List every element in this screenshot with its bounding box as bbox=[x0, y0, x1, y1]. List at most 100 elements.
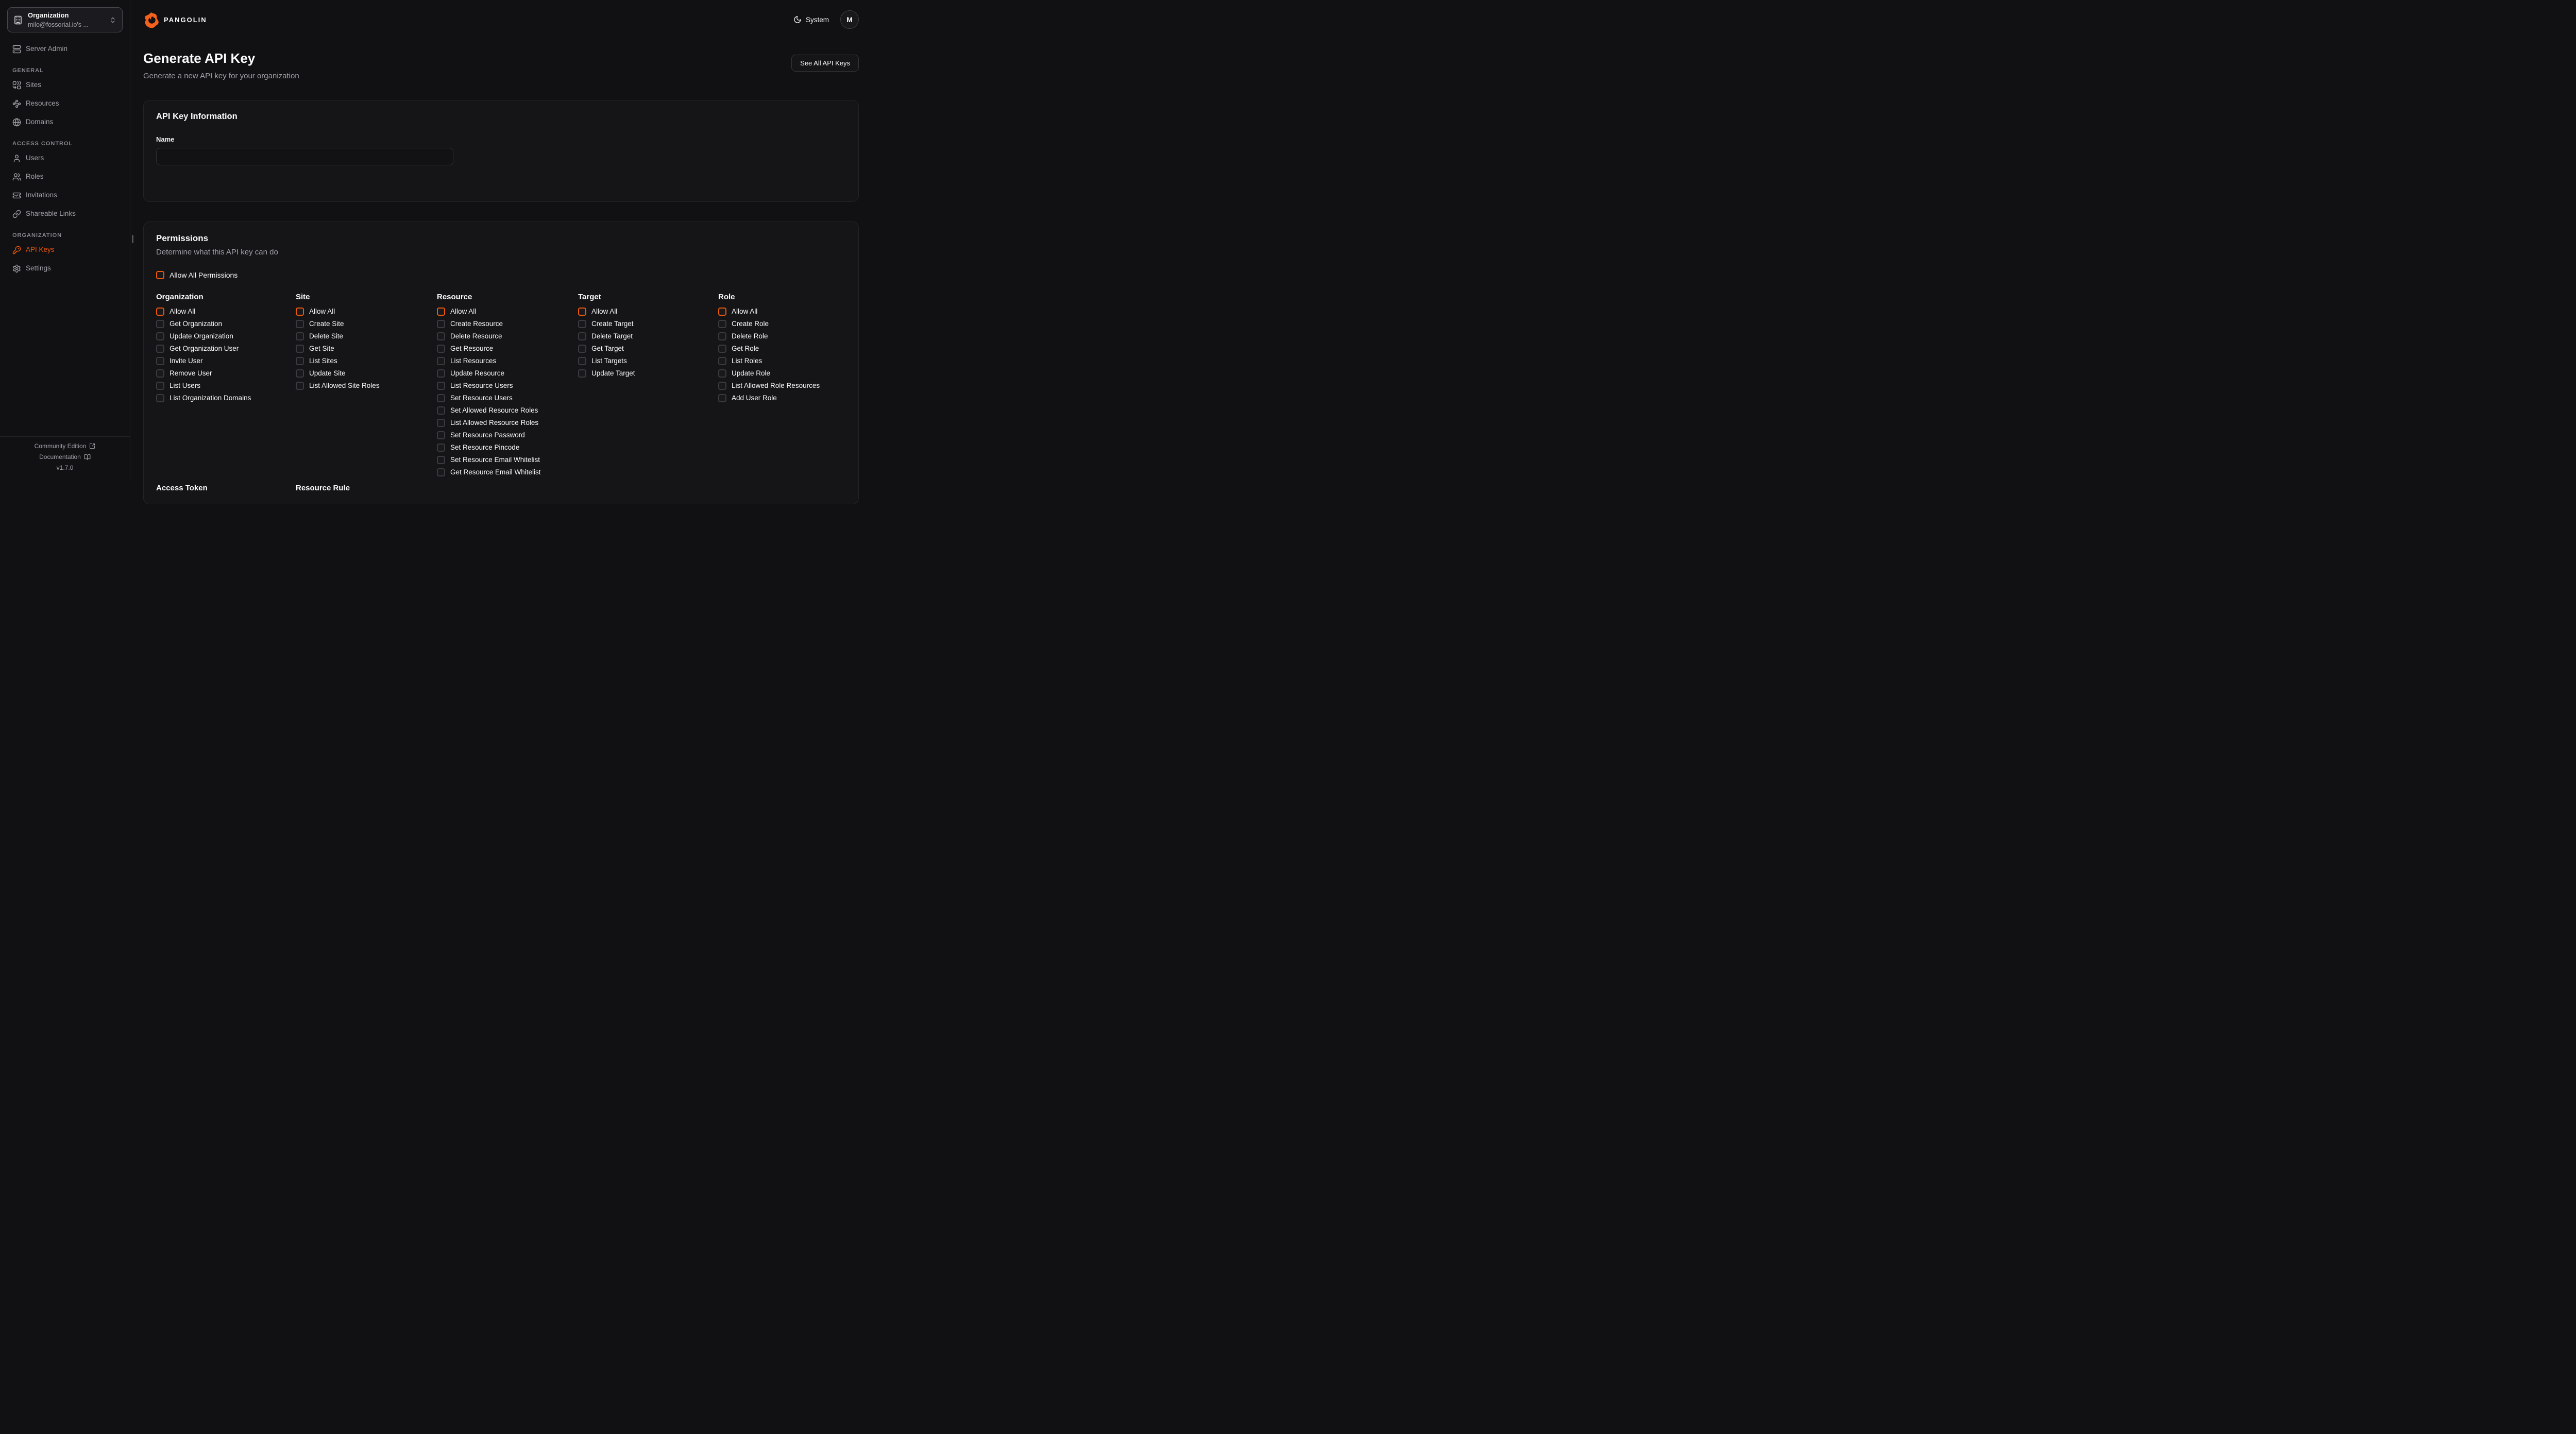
permission-checkbox[interactable] bbox=[578, 332, 586, 340]
permission-checkbox[interactable] bbox=[578, 320, 586, 328]
permission-checkbox[interactable] bbox=[578, 369, 586, 378]
permission-checkbox[interactable] bbox=[437, 394, 445, 402]
permission-checkbox-row[interactable]: List Allowed Site Roles bbox=[296, 382, 437, 390]
permission-checkbox-row[interactable]: Get Target bbox=[578, 345, 718, 353]
permission-checkbox-row[interactable]: Set Allowed Resource Roles bbox=[437, 406, 578, 415]
permission-checkbox[interactable] bbox=[156, 345, 164, 353]
permission-checkbox-row[interactable]: Set Resource Pincode bbox=[437, 443, 578, 452]
sidebar-item-roles[interactable]: Roles bbox=[7, 169, 123, 184]
permission-checkbox-row[interactable]: Allow All bbox=[578, 308, 718, 316]
permission-checkbox[interactable] bbox=[296, 382, 304, 390]
permission-checkbox-row[interactable]: Update Organization bbox=[156, 332, 296, 340]
allow-all-permissions-row[interactable]: Allow All Permissions bbox=[156, 271, 846, 279]
permission-checkbox-row[interactable]: Get Organization bbox=[156, 320, 296, 328]
permission-checkbox[interactable] bbox=[718, 357, 726, 365]
permission-checkbox-row[interactable]: Update Role bbox=[718, 369, 846, 378]
sidebar-item-shareable-links[interactable]: Shareable Links bbox=[7, 207, 123, 221]
permission-checkbox[interactable] bbox=[156, 332, 164, 340]
permission-checkbox[interactable] bbox=[437, 456, 445, 464]
sidebar-item-sites[interactable]: Sites bbox=[7, 78, 123, 92]
sidebar-item-users[interactable]: Users bbox=[7, 151, 123, 165]
permission-checkbox[interactable] bbox=[718, 382, 726, 390]
permission-checkbox-row[interactable]: Allow All bbox=[718, 308, 846, 316]
permission-checkbox-row[interactable]: Create Site bbox=[296, 320, 437, 328]
permission-checkbox[interactable] bbox=[437, 345, 445, 353]
permission-checkbox[interactable] bbox=[718, 320, 726, 328]
permission-checkbox[interactable] bbox=[437, 443, 445, 452]
permission-checkbox[interactable] bbox=[296, 357, 304, 365]
permission-checkbox-row[interactable]: Create Resource bbox=[437, 320, 578, 328]
permission-checkbox-row[interactable]: Create Target bbox=[578, 320, 718, 328]
permission-checkbox[interactable] bbox=[718, 394, 726, 402]
permission-checkbox-row[interactable]: Allow All bbox=[437, 308, 578, 316]
sidebar-item-api-keys[interactable]: API Keys bbox=[7, 243, 123, 257]
permission-checkbox-row[interactable]: Invite User bbox=[156, 357, 296, 365]
permission-checkbox-row[interactable]: Set Resource Users bbox=[437, 394, 578, 402]
permission-checkbox-row[interactable]: List Targets bbox=[578, 357, 718, 365]
see-all-api-keys-button[interactable]: See All API Keys bbox=[791, 55, 859, 72]
permission-checkbox[interactable] bbox=[437, 431, 445, 439]
permission-checkbox-row[interactable]: Allow All bbox=[156, 308, 296, 316]
permission-checkbox-row[interactable]: Get Resource Email Whitelist bbox=[437, 468, 578, 476]
permission-checkbox-row[interactable]: List Resource Users bbox=[437, 382, 578, 390]
permission-checkbox-row[interactable]: List Allowed Resource Roles bbox=[437, 419, 578, 427]
permission-checkbox-row[interactable]: Update Site bbox=[296, 369, 437, 378]
avatar[interactable]: M bbox=[840, 10, 859, 29]
permission-checkbox[interactable] bbox=[437, 332, 445, 340]
community-edition-link[interactable]: Community Edition bbox=[35, 442, 96, 450]
permission-checkbox-row[interactable]: Update Resource bbox=[437, 369, 578, 378]
permission-checkbox[interactable] bbox=[296, 369, 304, 378]
permission-checkbox-row[interactable]: Add User Role bbox=[718, 394, 846, 402]
permission-checkbox[interactable] bbox=[437, 369, 445, 378]
permission-checkbox-row[interactable]: Delete Target bbox=[578, 332, 718, 340]
permission-checkbox[interactable] bbox=[578, 345, 586, 353]
allow-all-permissions-checkbox[interactable] bbox=[156, 271, 164, 279]
permission-checkbox[interactable] bbox=[156, 369, 164, 378]
permission-checkbox-row[interactable]: Update Target bbox=[578, 369, 718, 378]
permission-checkbox-row[interactable]: Set Resource Password bbox=[437, 431, 578, 439]
theme-toggle[interactable]: System bbox=[793, 15, 829, 24]
permission-checkbox[interactable] bbox=[296, 320, 304, 328]
permission-checkbox[interactable] bbox=[578, 308, 586, 316]
permission-checkbox[interactable] bbox=[437, 357, 445, 365]
permission-checkbox-row[interactable]: Delete Resource bbox=[437, 332, 578, 340]
permission-checkbox-row[interactable]: Remove User bbox=[156, 369, 296, 378]
sidebar-item-settings[interactable]: Settings bbox=[7, 261, 123, 276]
permission-checkbox[interactable] bbox=[156, 308, 164, 316]
permission-checkbox[interactable] bbox=[437, 382, 445, 390]
permission-checkbox-row[interactable]: Create Role bbox=[718, 320, 846, 328]
name-input[interactable] bbox=[156, 148, 453, 165]
permission-checkbox[interactable] bbox=[718, 369, 726, 378]
permission-checkbox-row[interactable]: List Users bbox=[156, 382, 296, 390]
sidebar-item-invitations[interactable]: Invitations bbox=[7, 188, 123, 202]
org-switcher[interactable]: Organization milo@fossorial.io's ... bbox=[7, 7, 123, 32]
permission-checkbox[interactable] bbox=[437, 320, 445, 328]
permission-checkbox-row[interactable]: Set Resource Email Whitelist bbox=[437, 456, 578, 464]
permission-checkbox[interactable] bbox=[718, 345, 726, 353]
permission-checkbox-row[interactable]: Delete Site bbox=[296, 332, 437, 340]
permission-checkbox[interactable] bbox=[296, 345, 304, 353]
permission-checkbox-row[interactable]: List Organization Domains bbox=[156, 394, 296, 402]
permission-checkbox[interactable] bbox=[437, 308, 445, 316]
permission-checkbox-row[interactable]: Delete Role bbox=[718, 332, 846, 340]
permission-checkbox-row[interactable]: Get Role bbox=[718, 345, 846, 353]
permission-checkbox[interactable] bbox=[296, 308, 304, 316]
permission-checkbox-row[interactable]: List Resources bbox=[437, 357, 578, 365]
permission-checkbox[interactable] bbox=[156, 394, 164, 402]
documentation-link[interactable]: Documentation bbox=[39, 453, 91, 460]
permission-checkbox-row[interactable]: List Allowed Role Resources bbox=[718, 382, 846, 390]
sidebar-item-domains[interactable]: Domains bbox=[7, 115, 123, 129]
permission-checkbox[interactable] bbox=[156, 382, 164, 390]
permission-checkbox[interactable] bbox=[578, 357, 586, 365]
permission-checkbox[interactable] bbox=[718, 332, 726, 340]
permission-checkbox[interactable] bbox=[437, 419, 445, 427]
permission-checkbox-row[interactable]: List Sites bbox=[296, 357, 437, 365]
permission-checkbox[interactable] bbox=[156, 320, 164, 328]
permission-checkbox-row[interactable]: Allow All bbox=[296, 308, 437, 316]
permission-checkbox[interactable] bbox=[437, 406, 445, 415]
permission-checkbox[interactable] bbox=[156, 357, 164, 365]
permission-checkbox[interactable] bbox=[296, 332, 304, 340]
sidebar-item-server-admin[interactable]: Server Admin bbox=[7, 42, 123, 56]
permission-checkbox-row[interactable]: Get Site bbox=[296, 345, 437, 353]
permission-checkbox[interactable] bbox=[718, 308, 726, 316]
